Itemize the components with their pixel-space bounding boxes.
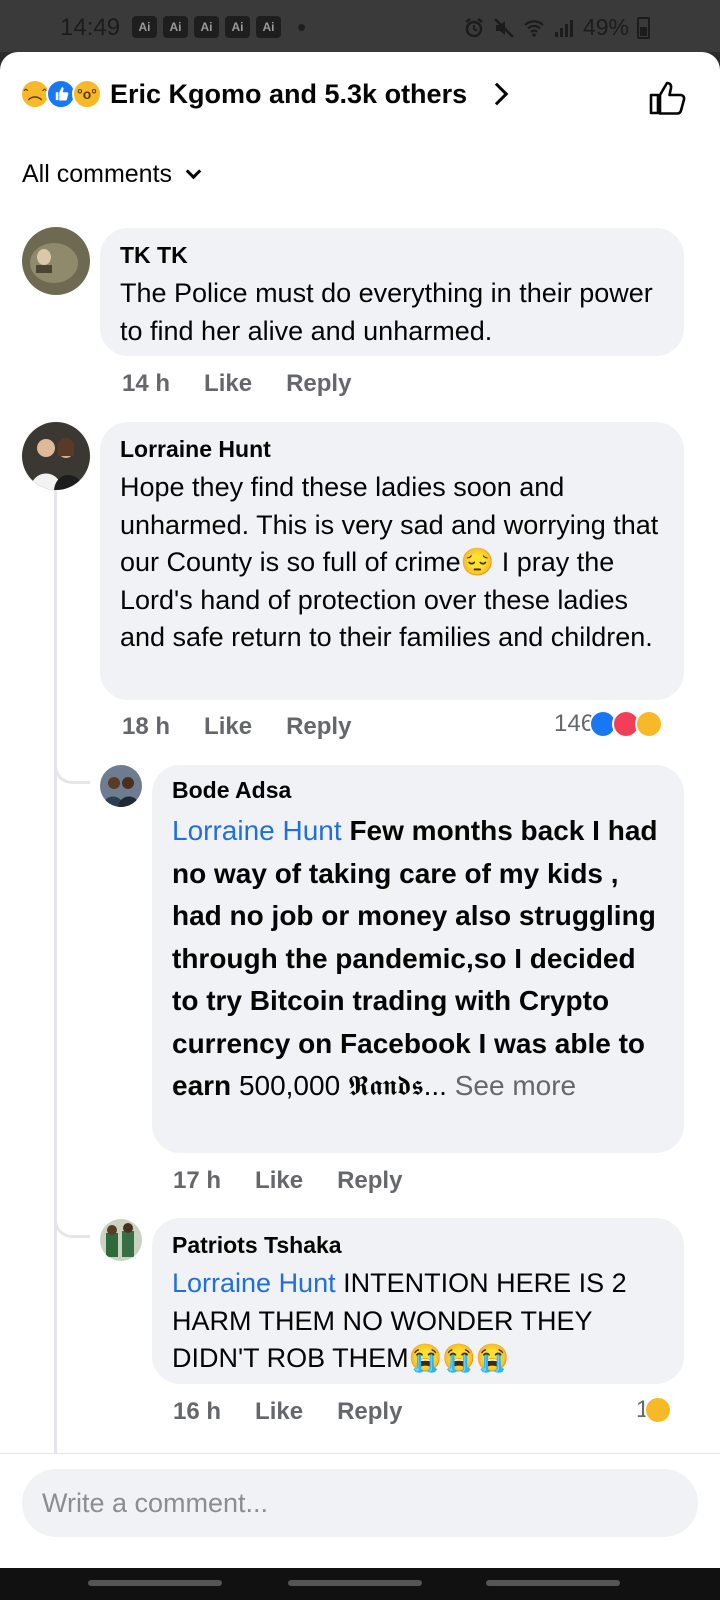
thumbs-up-outline-icon[interactable]	[648, 80, 688, 116]
reply-connector	[54, 1212, 90, 1238]
comment-text-amount: 500,000	[238, 1070, 341, 1101]
comment-input[interactable]	[22, 1469, 698, 1537]
chevron-down-icon	[185, 163, 202, 180]
comment-author[interactable]: Lorraine Hunt	[120, 436, 664, 463]
ai-notification-icon: Ai	[225, 16, 250, 38]
avatar[interactable]	[100, 1219, 142, 1261]
comment-actions: 17 h Like Reply	[173, 1167, 436, 1195]
like-button[interactable]: Like	[255, 1398, 303, 1426]
avatar[interactable]	[100, 765, 142, 807]
avatar[interactable]	[22, 227, 90, 295]
reactions-summary[interactable]: ˆ︵ˆ °o° Eric Kgomo and 5.3k others	[20, 74, 509, 114]
comments-filter-label: All comments	[22, 160, 173, 188]
nav-recents-button[interactable]	[88, 1580, 222, 1586]
ai-notification-icon: Ai	[256, 16, 281, 38]
comments-sheet: ˆ︵ˆ °o° Eric Kgomo and 5.3k others All c…	[0, 52, 720, 1568]
system-navigation-bar	[0, 1568, 720, 1600]
comment-text: Lorraine Hunt INTENTION HERE IS 2 HARM T…	[172, 1265, 664, 1378]
signal-icon	[554, 19, 573, 37]
ai-notification-icon: Ai	[194, 16, 219, 38]
comment-actions: 18 h Like Reply	[122, 713, 385, 741]
reply-connector	[54, 758, 90, 784]
care-reaction-icon	[635, 710, 664, 738]
comment-author[interactable]: Patriots Tshaka	[172, 1232, 664, 1259]
ai-notification-icon: Ai	[132, 16, 157, 38]
comment-author[interactable]: TK TK	[120, 242, 664, 269]
reply-button[interactable]: Reply	[286, 713, 351, 741]
ai-notification-icon: Ai	[163, 16, 188, 38]
system-status: 49%	[463, 14, 650, 41]
mute-icon	[494, 17, 514, 38]
like-button[interactable]: Like	[204, 370, 252, 398]
battery-percent: 49%	[582, 14, 629, 40]
reply-button[interactable]: Reply	[286, 370, 351, 398]
alarm-icon	[465, 17, 483, 37]
like-button[interactable]: Like	[204, 713, 252, 741]
mention-link[interactable]: Lorraine Hunt	[172, 1268, 336, 1298]
reaction-count-value: 146	[554, 710, 595, 737]
nav-back-button[interactable]	[486, 1580, 620, 1586]
reaction-emoji-stack: ˆ︵ˆ °o°	[20, 79, 102, 109]
comment-timestamp[interactable]: 17 h	[173, 1167, 221, 1195]
reply-button[interactable]: Reply	[337, 1167, 402, 1195]
comment-author[interactable]: Bode Adsa	[172, 777, 664, 804]
battery-icon	[637, 16, 650, 39]
notification-icons: Ai Ai Ai Ai Ai	[132, 16, 281, 38]
more-notifications-dot-icon	[298, 24, 305, 31]
reply-button[interactable]: Reply	[337, 1398, 402, 1426]
comment-actions: 14 h Like Reply	[122, 370, 385, 398]
comment-bubble[interactable]: Lorraine Hunt Hope they find these ladie…	[100, 422, 684, 700]
chevron-right-icon[interactable]	[485, 82, 509, 106]
status-bar: 14:49 Ai Ai Ai Ai Ai 49%	[0, 0, 720, 52]
comment-text-bold: Few months back I had no way of taking c…	[172, 815, 658, 1101]
reply-bubble[interactable]: Bode Adsa Lorraine Hunt Few months back …	[152, 765, 684, 1153]
reaction-count[interactable]: 146	[554, 710, 664, 738]
comments-filter-dropdown[interactable]: All comments	[22, 160, 202, 189]
comment-text: Hope they find these ladies soon and unh…	[120, 472, 659, 652]
comment-bubble[interactable]: TK TK The Police must do everything in t…	[100, 228, 684, 356]
comment-text: The Police must do everything in their p…	[120, 278, 653, 346]
avatar[interactable]	[22, 422, 90, 490]
comment-composer-bar	[0, 1453, 720, 1568]
wifi-icon	[524, 19, 544, 37]
see-more-link[interactable]: See more	[455, 1070, 576, 1101]
reply-bubble[interactable]: Patriots Tshaka Lorraine Hunt INTENTION …	[152, 1218, 684, 1384]
thread-line	[54, 490, 57, 1505]
comment-actions: 16 h Like Reply	[173, 1398, 436, 1426]
comment-timestamp[interactable]: 14 h	[122, 370, 170, 398]
sad-reaction-icon	[644, 1396, 673, 1424]
comment-text: Lorraine Hunt Few months back I had no w…	[172, 810, 664, 1108]
mention-link[interactable]: Lorraine Hunt	[172, 815, 342, 846]
wow-reaction-icon: °o°	[72, 79, 102, 109]
comment-timestamp[interactable]: 18 h	[122, 713, 170, 741]
status-time: 14:49	[60, 14, 121, 41]
nav-home-button[interactable]	[288, 1580, 422, 1586]
comment-ellipsis: ...	[423, 1070, 447, 1101]
reaction-count[interactable]: 1	[636, 1396, 673, 1424]
reactors-text[interactable]: Eric Kgomo and 5.3k others	[110, 79, 467, 110]
like-button[interactable]: Like	[255, 1167, 303, 1195]
comment-text-currency: 𝕽𝖆𝖓𝖉𝖘	[347, 1069, 424, 1102]
comment-timestamp[interactable]: 16 h	[173, 1398, 221, 1426]
